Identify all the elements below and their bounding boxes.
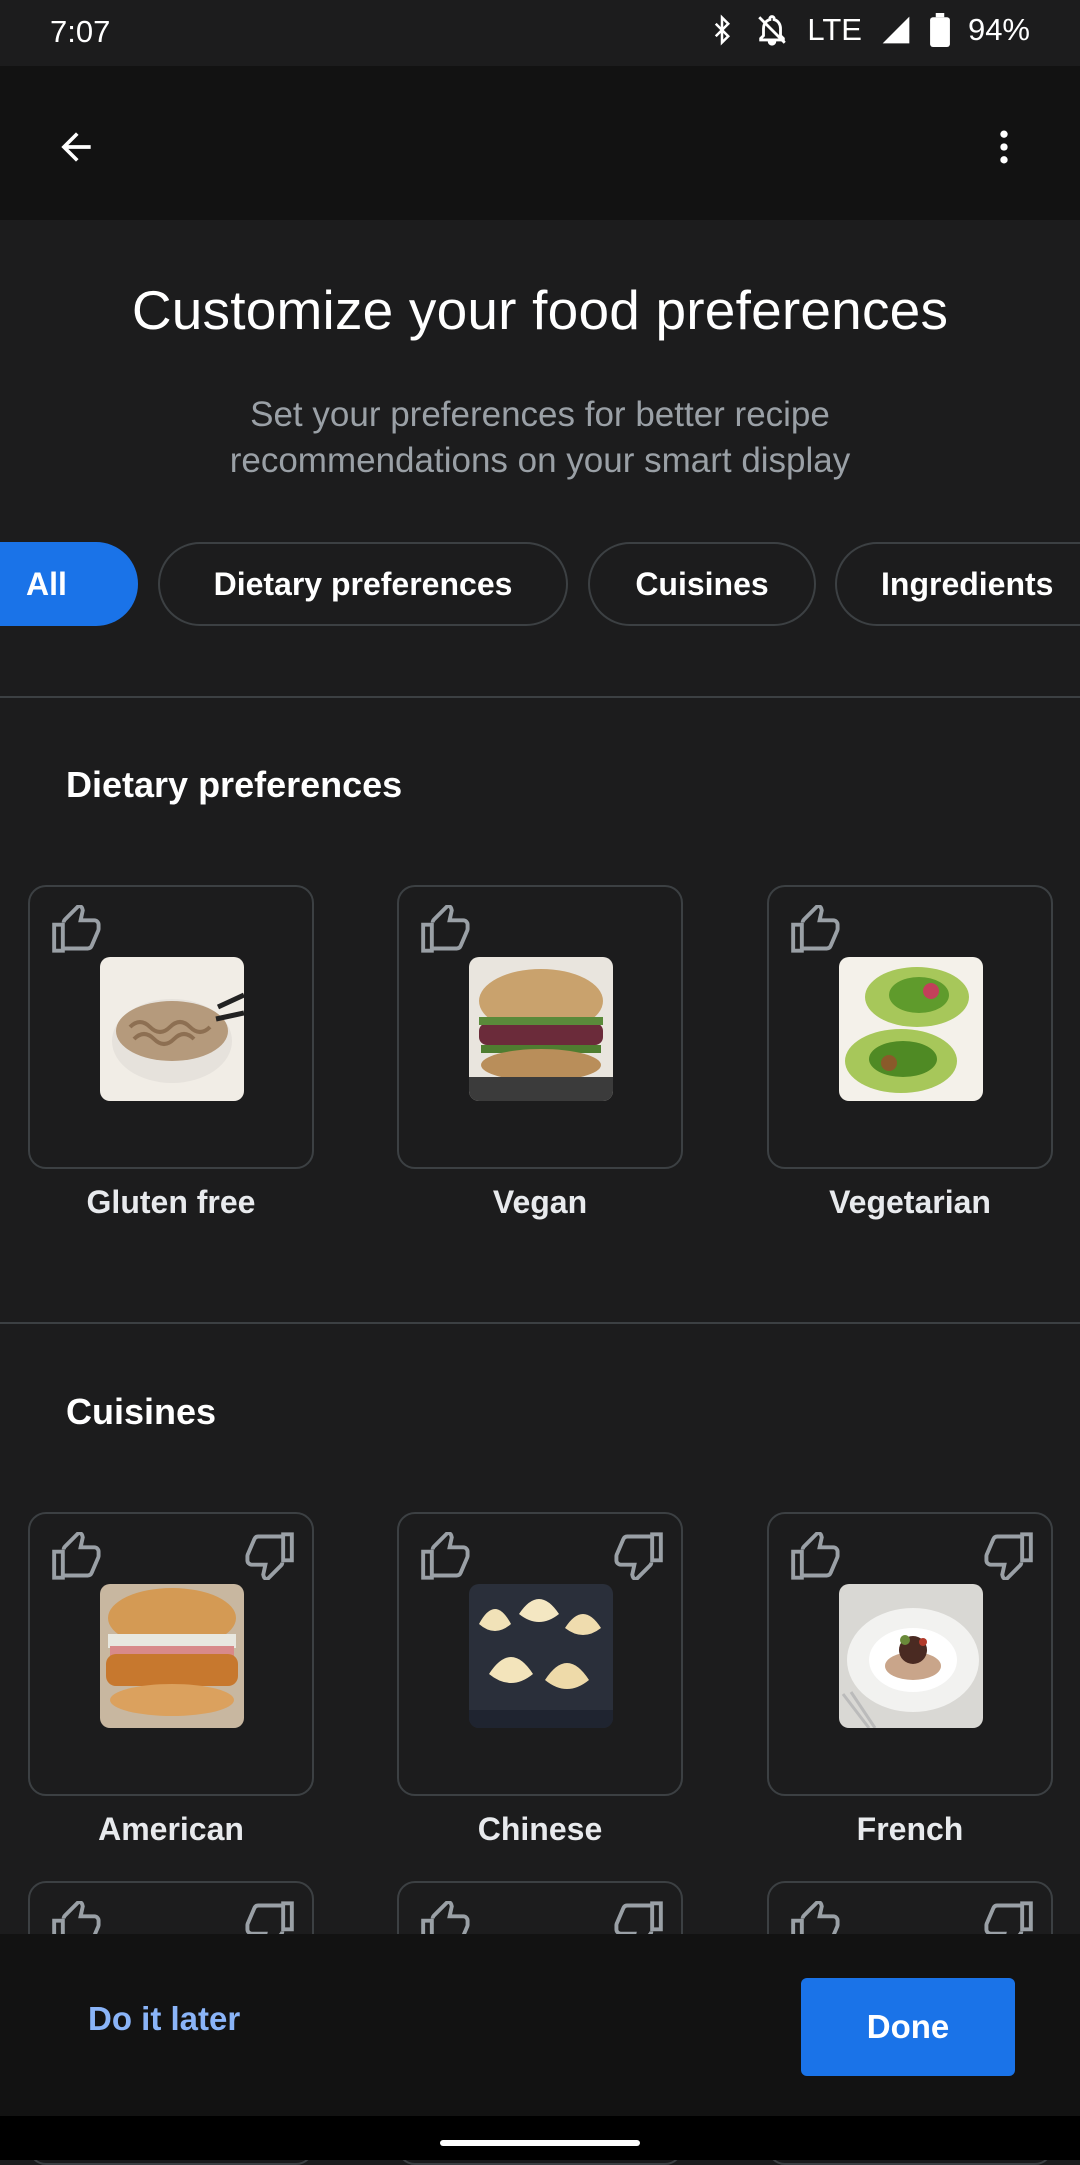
card-vegan[interactable] bbox=[397, 885, 683, 1169]
food-image bbox=[839, 957, 983, 1101]
card-american[interactable] bbox=[28, 1512, 314, 1796]
thumb-up-icon[interactable] bbox=[791, 1529, 843, 1585]
food-image bbox=[469, 1584, 613, 1728]
battery-icon bbox=[930, 13, 950, 47]
page-title: Customize your food preferences bbox=[131, 279, 949, 341]
thumb-down-icon[interactable] bbox=[242, 1532, 294, 1585]
food-image bbox=[839, 1584, 983, 1728]
divider bbox=[0, 1322, 1080, 1324]
done-button[interactable]: Done bbox=[801, 1978, 1015, 2076]
thumb-up-icon[interactable] bbox=[421, 902, 473, 958]
page-subtitle: Set your preferences for better recipe r… bbox=[229, 395, 851, 480]
card-label: French bbox=[856, 1811, 964, 1847]
food-image bbox=[100, 957, 244, 1101]
food-image bbox=[100, 1584, 244, 1728]
divider bbox=[0, 696, 1080, 698]
more-options-button[interactable] bbox=[968, 111, 1040, 183]
thumb-up-icon[interactable] bbox=[421, 1529, 473, 1585]
do-it-later-button[interactable]: Do it later bbox=[88, 2000, 240, 2038]
thumb-down-icon[interactable] bbox=[981, 1532, 1033, 1585]
back-button[interactable] bbox=[40, 111, 112, 183]
thumb-up-icon[interactable] bbox=[52, 902, 104, 958]
app-bar bbox=[0, 66, 1080, 220]
notifications-off-icon bbox=[755, 13, 789, 47]
card-label: American bbox=[98, 1811, 244, 1847]
signal-icon bbox=[880, 14, 912, 46]
chip-dietary-preferences[interactable]: Dietary preferences bbox=[158, 542, 568, 626]
status-icons: LTE 94% bbox=[707, 12, 1030, 48]
system-nav-bar bbox=[0, 2116, 1080, 2160]
chip-all[interactable]: All bbox=[0, 542, 138, 626]
home-handle[interactable] bbox=[440, 2140, 640, 2146]
battery-percent: 94% bbox=[967, 12, 1030, 47]
section-title-cuisines: Cuisines bbox=[66, 1391, 217, 1432]
section-title-dietary: Dietary preferences bbox=[66, 764, 403, 805]
card-french[interactable] bbox=[767, 1512, 1053, 1796]
card-label: Vegan bbox=[492, 1184, 588, 1220]
card-label: Gluten free bbox=[86, 1184, 256, 1220]
more-vert-icon bbox=[1000, 130, 1008, 164]
thumb-up-icon[interactable] bbox=[791, 902, 843, 958]
card-gluten-free[interactable] bbox=[28, 885, 314, 1169]
card-chinese[interactable] bbox=[397, 1512, 683, 1796]
card-label: Chinese bbox=[477, 1811, 603, 1847]
network-type: LTE bbox=[807, 12, 862, 47]
card-vegetarian[interactable] bbox=[767, 885, 1053, 1169]
thumb-down-icon[interactable] bbox=[611, 1532, 663, 1585]
food-image bbox=[469, 957, 613, 1101]
status-time: 7:07 bbox=[50, 14, 111, 49]
thumb-up-icon[interactable] bbox=[52, 1529, 104, 1585]
chip-cuisines[interactable]: Cuisines bbox=[588, 542, 816, 626]
arrow-back-icon bbox=[61, 132, 91, 162]
bottom-action-bar: Do it later Done bbox=[0, 1934, 1080, 2116]
status-bar: 7:07 LTE 94% bbox=[0, 0, 1080, 66]
card-label: Vegetarian bbox=[829, 1184, 991, 1220]
bluetooth-icon bbox=[707, 13, 737, 47]
filter-chips: All Dietary preferences Cuisines Ingredi… bbox=[0, 542, 1080, 630]
chip-ingredients[interactable]: Ingredients bbox=[835, 542, 1080, 626]
